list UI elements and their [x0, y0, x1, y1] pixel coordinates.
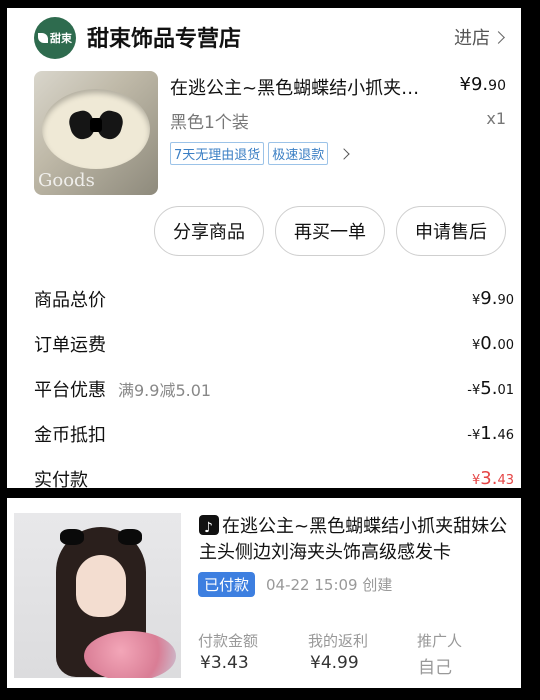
summary-row-shipping: 订单运费 ¥0.00 [34, 321, 514, 366]
order-detail-card: 甜束 甜束饰品专营店 进店 Goods 在逃公主~黑色蝴蝶结小抓夹… ¥9.90… [7, 8, 521, 491]
stat-label-rebate: 我的返利 [308, 632, 369, 650]
discount-note: 满9.9减5.01 [118, 380, 212, 400]
product-price-main: ¥9. [459, 74, 489, 95]
chevron-right-icon [492, 30, 505, 44]
summary-label: 金币抵扣 [34, 424, 106, 446]
share-product-button[interactable]: 分享商品 [154, 206, 264, 256]
product-thumbnail[interactable]: Goods [34, 71, 158, 195]
enter-shop-link[interactable]: 进店 [454, 24, 505, 50]
commission-order-card[interactable]: 在逃公主~黑色蝴蝶结小抓夹甜妹公主头侧边刘海夹头饰高级感发卡 已付款 04-22… [7, 498, 521, 688]
summary-label: 实付款 [34, 469, 88, 491]
summary-row-coin-deduction: 金币抵扣 -¥1.46 [34, 411, 514, 456]
amount-cents: 01 [497, 383, 514, 398]
summary-amount: -¥1.46 [467, 423, 514, 444]
shop-logo-text: 甜束 [50, 32, 72, 45]
amount-cents: 46 [497, 428, 514, 443]
flower-bouquet [84, 631, 176, 678]
price-summary: 商品总价 ¥9.90 订单运费 ¥0.00 平台优惠 满9.9减5.01 -¥5… [34, 276, 514, 501]
summary-row-platform-discount: 平台优惠 满9.9减5.01 -¥5.01 [34, 366, 514, 411]
after-sales-button[interactable]: 申请售后 [396, 206, 506, 256]
bow-clip-image [66, 108, 126, 142]
face-shape [76, 555, 126, 617]
thumbnail-caption: Goods [38, 170, 95, 191]
enter-shop-label: 进店 [454, 28, 490, 49]
service-tags[interactable]: 7天无理由退货 极速退款 [170, 142, 350, 165]
shop-header[interactable]: 甜束 甜束饰品专营店 进店 [7, 8, 521, 60]
summary-amount: ¥0.00 [472, 333, 514, 354]
currency-symbol: -¥ [467, 383, 481, 398]
amount-main: 3. [480, 468, 498, 489]
product-quantity: x1 [486, 109, 506, 128]
amount-cents: 00 [497, 338, 514, 353]
stat-label-payment: 付款金额 [198, 632, 259, 650]
summary-row-paid: 实付款 ¥3.43 [34, 456, 514, 501]
bow-clip-left [60, 529, 84, 545]
amount-main: 1. [480, 423, 498, 444]
status-badge: 已付款 [198, 572, 256, 597]
amount-main: 5. [480, 378, 498, 399]
stat-label-promoter: 推广人 [417, 632, 463, 650]
order-actions: 分享商品 再买一单 申请售后 [154, 206, 506, 256]
tag-free-return: 7天无理由退货 [170, 142, 265, 165]
amount-main: 9. [480, 288, 498, 309]
order-product-title[interactable]: 在逃公主~黑色蝴蝶结小抓夹甜妹公主头侧边刘海夹头饰高级感发卡 [199, 514, 509, 566]
currency-symbol: -¥ [467, 428, 481, 443]
stat-value-promoter: 自己 [418, 658, 452, 678]
summary-label: 平台优惠 [34, 379, 106, 401]
stat-value-rebate: ¥4.99 [310, 653, 359, 673]
amount-cents: 90 [497, 293, 514, 308]
product-title[interactable]: 在逃公主~黑色蝴蝶结小抓夹… [170, 74, 440, 100]
summary-row-subtotal: 商品总价 ¥9.90 [34, 276, 514, 321]
summary-amount: -¥5.01 [467, 378, 514, 399]
product-model-photo[interactable] [14, 513, 181, 678]
leaf-icon [38, 33, 48, 43]
product-variant: 黑色1个装 [170, 113, 249, 133]
summary-amount: ¥9.90 [472, 288, 514, 309]
summary-amount: ¥3.43 [472, 468, 514, 489]
shop-name[interactable]: 甜束饰品专营店 [87, 21, 241, 53]
product-price: ¥9.90 [460, 74, 506, 95]
order-title-text: 在逃公主~黑色蝴蝶结小抓夹甜妹公主头侧边刘海夹头饰高级感发卡 [199, 516, 508, 563]
bow-clip-right [118, 529, 142, 545]
product-price-cents: 90 [488, 78, 506, 94]
tag-fast-refund: 极速退款 [268, 142, 329, 165]
douyin-icon [199, 515, 219, 541]
summary-label: 商品总价 [34, 289, 106, 311]
created-time: 04-22 15:09 创建 [266, 576, 393, 594]
summary-label: 订单运费 [34, 334, 106, 356]
amount-cents: 43 [497, 473, 514, 488]
buy-again-button[interactable]: 再买一单 [275, 206, 385, 256]
amount-main: 0. [480, 333, 498, 354]
shop-logo: 甜束 [34, 17, 76, 59]
chevron-right-icon[interactable] [338, 147, 350, 160]
stat-value-payment: ¥3.43 [200, 653, 249, 673]
